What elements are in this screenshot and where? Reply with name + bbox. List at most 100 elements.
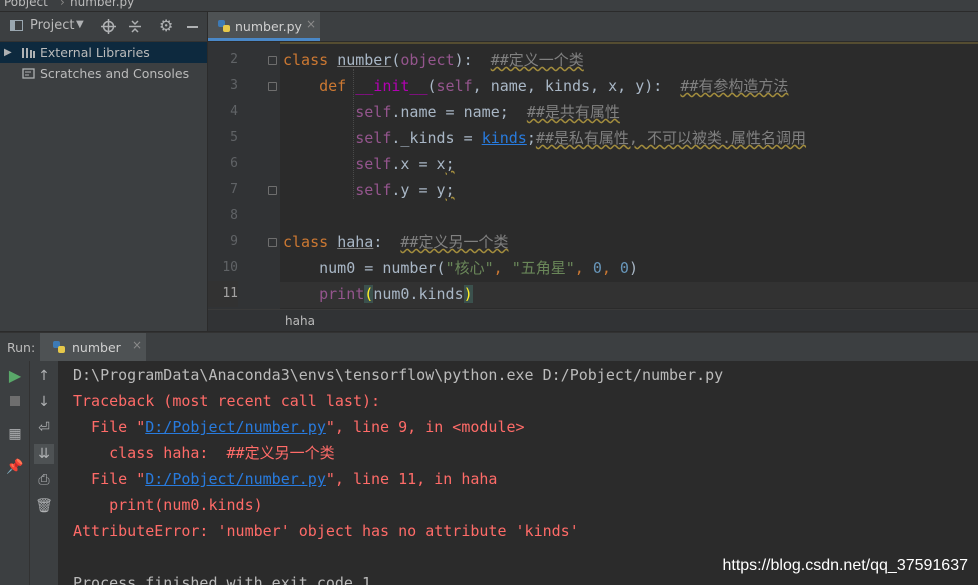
- breadcrumb-project[interactable]: Pobject: [4, 0, 48, 9]
- token: ", line 11, in haha: [325, 470, 498, 488]
- editor-gutter: 2 3 4 5 6 7 8 9 10 11: [208, 42, 280, 309]
- library-icon: [22, 48, 35, 58]
- line-number: 5: [230, 130, 238, 145]
- project-window-icon: [10, 20, 23, 31]
- file-link[interactable]: D:/Pobject/number.py: [145, 418, 326, 436]
- tab-label: number.py: [235, 19, 302, 34]
- gear-icon[interactable]: ⚙: [159, 16, 173, 35]
- token: 0: [592, 259, 602, 277]
- comment: ##是共有属性: [526, 103, 620, 121]
- minimize-icon[interactable]: [187, 26, 198, 28]
- token: ;: [445, 155, 455, 173]
- tree-item-external-libraries[interactable]: ▶ External Libraries: [0, 42, 207, 63]
- tree-item-scratches[interactable]: Scratches and Consoles: [0, 63, 207, 84]
- token: ,: [601, 259, 620, 277]
- code-editor[interactable]: class number(object): ##定义一个类 def __init…: [280, 42, 978, 309]
- fold-marker-icon[interactable]: [268, 186, 277, 195]
- token: :: [373, 233, 401, 251]
- editor-breadcrumb: haha: [208, 309, 978, 331]
- soft-wrap-icon[interactable]: ⏎: [34, 418, 54, 438]
- token: __init__: [355, 77, 428, 95]
- trash-icon[interactable]: 🗑: [34, 496, 54, 516]
- token: ):: [454, 51, 491, 69]
- breadcrumb-file[interactable]: number.py: [70, 0, 134, 9]
- token: self: [436, 77, 473, 95]
- run-window-header: Run: number ×: [0, 332, 978, 361]
- scroll-to-end-icon[interactable]: ⇊: [34, 444, 54, 464]
- token: "五角星": [511, 259, 575, 277]
- code-line: self.x = x;: [283, 151, 455, 177]
- pin-icon[interactable]: 📌: [5, 457, 25, 477]
- token: ._kinds =: [391, 129, 482, 147]
- breadcrumb-separator: ›: [60, 0, 65, 9]
- print-icon[interactable]: ⎙: [34, 470, 54, 490]
- code-line: class haha: ##定义另一个类: [283, 229, 508, 255]
- token: ;: [445, 181, 455, 199]
- token: self: [355, 103, 392, 121]
- watermark: https://blog.csdn.net/qq_37591637: [722, 557, 968, 574]
- token: 0: [619, 259, 629, 277]
- comment: ##有参构造方法: [680, 77, 789, 95]
- class-name: number: [337, 51, 392, 69]
- comment: ##定义一个类: [490, 51, 584, 69]
- token: def: [319, 77, 347, 95]
- token: self: [355, 129, 392, 147]
- python-icon: [53, 341, 65, 353]
- fold-marker-icon[interactable]: [268, 238, 277, 247]
- token: ,: [493, 259, 512, 277]
- tab-number-py[interactable]: number.py ×: [208, 12, 320, 41]
- editor-tab-bar: number.py ×: [208, 12, 978, 41]
- code-line: class number(object): ##定义一个类: [283, 47, 584, 73]
- project-view-selector[interactable]: Project: [30, 18, 74, 33]
- token: , name, kinds, x, y):: [472, 77, 681, 95]
- breadcrumb-class[interactable]: haha: [285, 314, 315, 328]
- console-file-line: File "D:/Pobject/number.py", line 11, in…: [73, 466, 497, 492]
- token: .name = name;: [391, 103, 527, 121]
- expand-arrow-icon[interactable]: ▶: [4, 42, 12, 63]
- locate-icon[interactable]: [101, 19, 116, 34]
- run-console[interactable]: D:\ProgramData\Anaconda3\envs\tensorflow…: [58, 361, 978, 585]
- comment: ##是私有属性, 不可以被类.属性名调用: [535, 129, 807, 147]
- run-tab-number[interactable]: number ×: [40, 333, 146, 361]
- console-file-line: File "D:/Pobject/number.py", line 9, in …: [73, 414, 525, 440]
- code-line: def __init__(self, name, kinds, x, y): #…: [283, 73, 788, 99]
- token: .x = x: [391, 155, 446, 173]
- chevron-down-icon[interactable]: ▼: [76, 19, 84, 30]
- line-number: 2: [230, 52, 238, 67]
- fold-marker-icon[interactable]: [268, 82, 277, 91]
- token: ): [463, 285, 473, 303]
- token-link[interactable]: kinds: [482, 129, 527, 147]
- project-panel-header: Project ▼ ⚙: [0, 12, 207, 42]
- file-link[interactable]: D:/Pobject/number.py: [145, 470, 326, 488]
- collapse-all-icon[interactable]: [128, 19, 142, 34]
- restore-layout-icon[interactable]: ▦: [5, 424, 25, 444]
- navigation-bar: Pobject › number.py: [0, 0, 978, 11]
- token: ,: [574, 259, 593, 277]
- token: (: [427, 77, 437, 95]
- token: object: [400, 51, 455, 69]
- code-line: self.y = y;: [283, 177, 455, 203]
- rerun-icon[interactable]: ▶: [5, 366, 25, 386]
- code-line: self.name = name; ##是共有属性: [283, 99, 620, 125]
- token: self: [355, 155, 392, 173]
- close-icon[interactable]: ×: [306, 17, 316, 31]
- token: self: [355, 181, 392, 199]
- fold-marker-icon[interactable]: [268, 56, 277, 65]
- line-number: 8: [230, 208, 238, 223]
- token: ): [628, 259, 638, 277]
- console-traceback: Traceback (most recent call last):: [73, 392, 381, 410]
- up-arrow-icon[interactable]: ↑: [34, 366, 54, 386]
- stop-icon[interactable]: [5, 392, 25, 412]
- close-icon[interactable]: ×: [132, 338, 142, 352]
- line-number: 9: [230, 234, 238, 249]
- down-arrow-icon[interactable]: ↓: [34, 392, 54, 412]
- scratches-icon: [22, 68, 35, 79]
- scroll-edge: [280, 42, 978, 44]
- console-error: AttributeError: 'number' object has no a…: [73, 522, 579, 540]
- class-name: haha: [337, 233, 374, 251]
